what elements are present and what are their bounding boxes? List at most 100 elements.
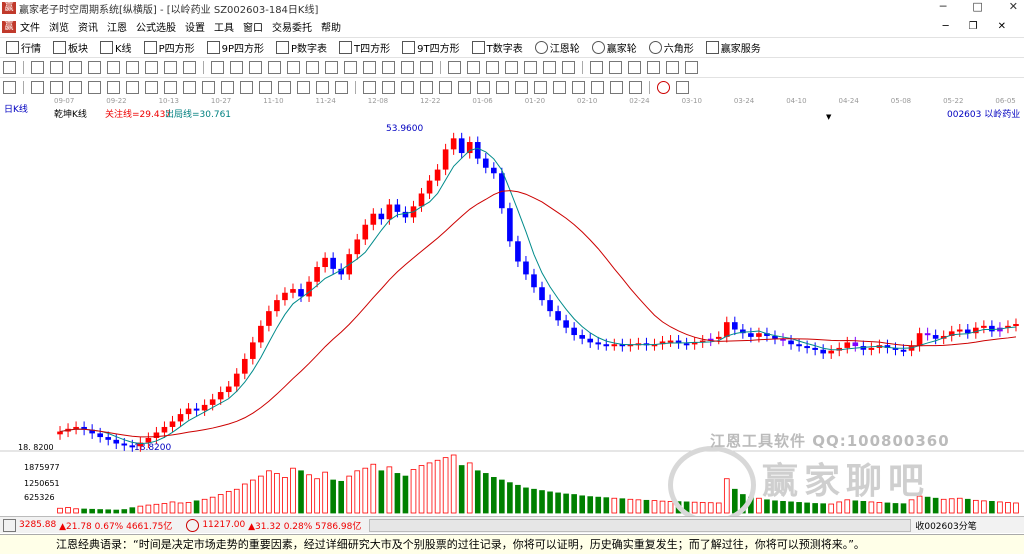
window-2-icon[interactable] xyxy=(609,61,622,74)
line-tool-17-icon[interactable] xyxy=(335,81,348,94)
window-5-icon[interactable] xyxy=(666,61,679,74)
window-3-icon[interactable] xyxy=(628,61,641,74)
menu-gann[interactable]: 江恩 xyxy=(107,19,127,34)
draw-tool-9-icon[interactable] xyxy=(183,61,196,74)
line-tool-1-icon[interactable] xyxy=(31,81,44,94)
tool-c-icon[interactable] xyxy=(543,61,556,74)
tool-winner-wheel[interactable]: 赢家轮 xyxy=(586,40,637,55)
line-tool-13-icon[interactable] xyxy=(259,81,272,94)
tool-p-table[interactable]: P数字表 xyxy=(270,40,327,55)
window-1-icon[interactable] xyxy=(590,61,603,74)
hand-icon[interactable] xyxy=(448,61,461,74)
nav-first-icon[interactable] xyxy=(211,61,224,74)
line-tool-2-icon[interactable] xyxy=(50,81,63,94)
tool-service[interactable]: 赢家服务 xyxy=(700,40,761,55)
line-tool-9-icon[interactable] xyxy=(183,81,196,94)
draw-tool-4-icon[interactable] xyxy=(88,61,101,74)
status-scrollbar[interactable] xyxy=(369,518,912,532)
menu-file[interactable]: 文件 xyxy=(20,19,40,34)
gann-fan-1-icon[interactable] xyxy=(363,81,376,94)
nav-last-icon[interactable] xyxy=(230,61,243,74)
diamond-3-icon[interactable] xyxy=(325,61,338,74)
draw-tool-2-icon[interactable] xyxy=(50,61,63,74)
child-minimize-button[interactable]: ─ xyxy=(943,21,949,32)
draw-tool-1-icon[interactable] xyxy=(31,61,44,74)
diamond-2-icon[interactable] xyxy=(306,61,319,74)
tool-quotes[interactable]: 行情 xyxy=(0,40,41,55)
tool-b-icon[interactable] xyxy=(524,61,537,74)
pen-icon[interactable] xyxy=(486,61,499,74)
tool-t-table[interactable]: T数字表 xyxy=(466,40,523,55)
tool-9t-square[interactable]: 9T四方形 xyxy=(396,40,460,55)
draw-tool-3-icon[interactable] xyxy=(69,61,82,74)
diamond-7-icon[interactable] xyxy=(401,61,414,74)
tool-kline[interactable]: K线 xyxy=(94,40,132,55)
gann-fan-11-icon[interactable] xyxy=(572,81,585,94)
gann-fan-9-icon[interactable] xyxy=(534,81,547,94)
line-tool-11-icon[interactable] xyxy=(221,81,234,94)
nav-next-icon[interactable] xyxy=(268,61,281,74)
line-tool-15-icon[interactable] xyxy=(297,81,310,94)
gann-fan-4-icon[interactable] xyxy=(439,81,452,94)
gann-fan-10-icon[interactable] xyxy=(553,81,566,94)
gann-fan-5-icon[interactable] xyxy=(458,81,471,94)
line-tool-3-icon[interactable] xyxy=(69,81,82,94)
gann-fan-14-icon[interactable] xyxy=(629,81,642,94)
line-tool-14-icon[interactable] xyxy=(278,81,291,94)
gann-fan-2-icon[interactable] xyxy=(382,81,395,94)
gann-fan-8-icon[interactable] xyxy=(515,81,528,94)
menu-help[interactable]: 帮助 xyxy=(321,19,341,34)
toolbar-grip-icon[interactable] xyxy=(3,81,16,94)
diamond-4-icon[interactable] xyxy=(344,61,357,74)
menu-info[interactable]: 资讯 xyxy=(78,19,98,34)
plus-icon[interactable] xyxy=(467,61,480,74)
tool-9p-square[interactable]: 9P四方形 xyxy=(201,40,264,55)
infinity-icon[interactable] xyxy=(676,81,689,94)
toolbar-grip-icon[interactable] xyxy=(3,61,16,74)
line-tool-10-icon[interactable] xyxy=(202,81,215,94)
menu-tools[interactable]: 工具 xyxy=(214,19,234,34)
line-tool-7-icon[interactable] xyxy=(145,81,158,94)
gann-fan-6-icon[interactable] xyxy=(477,81,490,94)
nav-prev-icon[interactable] xyxy=(249,61,262,74)
tool-a-icon[interactable] xyxy=(505,61,518,74)
menu-trade[interactable]: 交易委托 xyxy=(272,19,312,34)
gann-fan-12-icon[interactable] xyxy=(591,81,604,94)
diamond-6-icon[interactable] xyxy=(382,61,395,74)
tool-d-icon[interactable] xyxy=(562,61,575,74)
diamond-5-icon[interactable] xyxy=(363,61,376,74)
line-tool-16-icon[interactable] xyxy=(316,81,329,94)
line-tool-8-icon[interactable] xyxy=(164,81,177,94)
draw-tool-7-icon[interactable] xyxy=(145,61,158,74)
diamond-8-icon[interactable] xyxy=(420,61,433,74)
tool-hexagon[interactable]: 六角形 xyxy=(643,40,694,55)
line-tool-4-icon[interactable] xyxy=(88,81,101,94)
tool-sectors[interactable]: 板块 xyxy=(47,40,88,55)
maximize-button[interactable]: □ xyxy=(972,0,982,13)
menu-window[interactable]: 窗口 xyxy=(243,19,263,34)
diamond-1-icon[interactable] xyxy=(287,61,300,74)
window-6-icon[interactable] xyxy=(685,61,698,74)
draw-tool-6-icon[interactable] xyxy=(126,61,139,74)
gann-fan-7-icon[interactable] xyxy=(496,81,509,94)
menu-browse[interactable]: 浏览 xyxy=(49,19,69,34)
gann-fan-3-icon[interactable] xyxy=(420,81,433,94)
menu-formula[interactable]: 公式选股 xyxy=(136,19,176,34)
line-tool-5-icon[interactable] xyxy=(107,81,120,94)
child-restore-button[interactable]: ❐ xyxy=(969,21,978,32)
child-close-button[interactable]: ✕ xyxy=(998,21,1006,32)
line-tool-12-icon[interactable] xyxy=(240,81,253,94)
gann-fan-13-icon[interactable] xyxy=(610,81,623,94)
color-icon[interactable] xyxy=(657,81,670,94)
draw-tool-8-icon[interactable] xyxy=(164,61,177,74)
line-tool-6-icon[interactable] xyxy=(126,81,139,94)
tick-detail-label[interactable]: 收002603分笔 xyxy=(915,519,976,532)
window-4-icon[interactable] xyxy=(647,61,660,74)
close-button[interactable]: ✕ xyxy=(1009,0,1018,13)
draw-tool-5-icon[interactable] xyxy=(107,61,120,74)
menu-settings[interactable]: 设置 xyxy=(185,19,205,34)
tool-t-square[interactable]: T四方形 xyxy=(333,40,390,55)
status-grid-icon[interactable] xyxy=(3,518,16,532)
tool-gann-wheel[interactable]: 江恩轮 xyxy=(529,40,580,55)
minimize-button[interactable]: ─ xyxy=(940,0,947,13)
